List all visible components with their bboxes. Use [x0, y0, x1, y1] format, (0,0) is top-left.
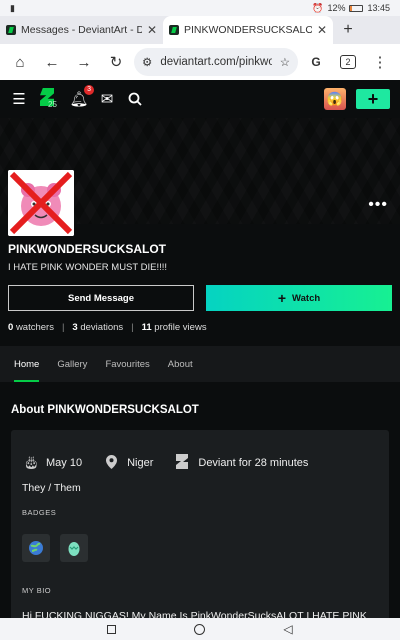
translate-icon[interactable]: G [302, 48, 330, 76]
watch-button[interactable]: + Watch [206, 285, 392, 311]
home-icon[interactable]: ⌂ [6, 48, 34, 76]
send-message-label: Send Message [68, 292, 134, 304]
notification-icon: ▮ [10, 2, 15, 13]
location-pin-icon [104, 454, 118, 472]
deviant-since-text: Deviant for 28 minutes [198, 457, 309, 469]
tab-title: PINKWONDERSUCKSALOT U [184, 24, 312, 36]
close-tab-icon[interactable]: ✕ [147, 23, 157, 37]
birthday-item: 🎂︎ May 10 [23, 455, 82, 471]
forward-icon[interactable]: → [70, 48, 98, 76]
profile-avatar[interactable] [8, 170, 74, 236]
hamburger-menu-icon[interactable]: ☰ [10, 90, 28, 108]
badge-item[interactable] [22, 534, 50, 562]
battery-icon [349, 4, 364, 12]
notifications-bell-icon[interactable]: 🔔︎ 3 [69, 85, 94, 108]
egg-badge-icon [68, 542, 80, 556]
messages-envelope-icon[interactable]: ✉ [98, 90, 116, 108]
tab-switcher-button[interactable]: 2 [334, 48, 362, 76]
browser-toolbar: ⌂ ← → ↻ ⚙ deviantart.com/pinkwo ☆ G 2 ⋮ [0, 44, 400, 80]
cake-icon: 🎂︎ [23, 455, 40, 470]
deviantart-logo-icon [175, 454, 189, 472]
divider: | [61, 322, 65, 333]
tab-title: Messages - DeviantArt - Disc [21, 24, 142, 36]
deviantart-logo[interactable]: 25 [38, 88, 60, 110]
about-card: 🎂︎ May 10 Niger Deviant for 28 minutes T… [11, 430, 389, 630]
profile-username: PINKWONDERSUCKSALOT [8, 242, 166, 256]
site-settings-icon[interactable]: ⚙ [142, 55, 152, 69]
notification-badge: 3 [84, 85, 94, 95]
deviations-stat[interactable]: 3 deviations [72, 322, 123, 333]
bio-label: MY BIO [22, 586, 52, 595]
url-text: deviantart.com/pinkwo [160, 56, 272, 68]
profile-views-stat: 11 profile views [141, 322, 207, 333]
reload-icon[interactable]: ↻ [102, 48, 130, 76]
bookmark-star-icon[interactable]: ☆ [280, 55, 290, 69]
birthday-text: May 10 [46, 457, 83, 469]
profile-stats: 0 watchers | 3 deviations | 11 profile v… [8, 322, 207, 333]
divider: | [131, 322, 134, 333]
back-icon[interactable]: ← [38, 48, 66, 76]
tab-home[interactable]: Home [14, 346, 40, 382]
profile-tabs: Home Gallery Favourites About [0, 346, 400, 382]
system-nav-bar: ◁ [0, 618, 400, 640]
about-info-row: 🎂︎ May 10 Niger Deviant for 28 minutes [23, 454, 308, 472]
about-heading: About PINKWONDERSUCKSALOT [11, 404, 199, 416]
tab-favourites[interactable]: Favourites [105, 346, 149, 382]
search-icon[interactable] [126, 90, 144, 108]
send-message-button[interactable]: Send Message [8, 285, 194, 311]
deviant-since-item: Deviant for 28 minutes [175, 454, 308, 472]
new-tab-button[interactable]: + [333, 21, 363, 39]
close-tab-icon[interactable]: ✕ [317, 23, 327, 37]
globe-badge-icon [29, 541, 43, 555]
watchers-stat[interactable]: 0 watchers [8, 322, 54, 333]
logo-number: 25 [48, 100, 57, 109]
watch-label: Watch [292, 292, 321, 304]
pronouns: They / Them [22, 482, 81, 494]
location-text: Niger [127, 457, 154, 469]
clock: 13:45 [367, 3, 390, 13]
tab-about[interactable]: About [168, 346, 193, 382]
address-bar[interactable]: ⚙ deviantart.com/pinkwo ☆ [134, 48, 298, 76]
badges-label: BADGES [22, 508, 57, 517]
badge-item[interactable] [60, 534, 88, 562]
deviantart-favicon-icon [169, 25, 179, 35]
plus-icon: + [277, 290, 287, 306]
more-options-icon[interactable]: ••• [368, 196, 388, 214]
browser-tab-strip: Messages - DeviantArt - Disc ✕ PINKWONDE… [0, 16, 400, 44]
site-header: ☰ 25 🔔︎ 3 ✉ 😱 + [0, 80, 400, 118]
alarm-icon: ⏰ [312, 2, 324, 13]
submit-plus-button[interactable]: + [356, 89, 390, 109]
profile-tagline: I HATE PINK WONDER MUST DIE!!!! [8, 262, 168, 273]
recents-icon[interactable] [107, 624, 117, 634]
home-circle-icon[interactable] [194, 623, 206, 635]
browser-tab-profile[interactable]: PINKWONDERSUCKSALOT U ✕ [163, 16, 333, 44]
back-triangle-icon[interactable]: ◁ [283, 622, 292, 636]
battery-percent: 12% [327, 3, 346, 13]
tab-gallery[interactable]: Gallery [57, 346, 87, 382]
status-bar: ▮ ⏰ 12% 13:45 [0, 0, 400, 16]
profile-avatar-image [8, 170, 74, 236]
browser-tab-messages[interactable]: Messages - DeviantArt - Disc ✕ [0, 16, 163, 44]
user-avatar[interactable]: 😱 [324, 88, 346, 110]
deviantart-favicon-icon [6, 25, 16, 35]
tab-count: 2 [340, 55, 356, 69]
location-item: Niger [104, 454, 154, 472]
menu-kebab-icon[interactable]: ⋮ [366, 48, 394, 76]
